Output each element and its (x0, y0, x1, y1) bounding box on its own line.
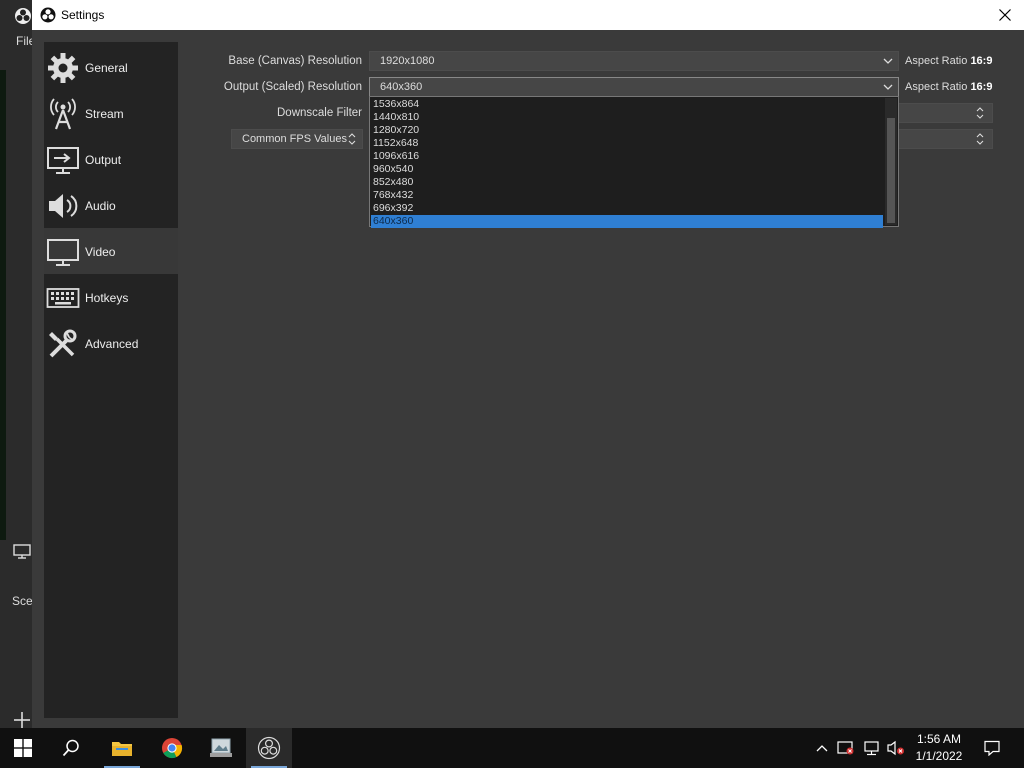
clock-date[interactable]: 1/1/2022 (906, 749, 972, 763)
chrome-button[interactable] (149, 728, 195, 768)
obs-taskbar-button[interactable] (246, 728, 292, 768)
chevron-up-icon (816, 745, 828, 752)
output-monitor-icon (47, 147, 79, 174)
obs-logo-icon (15, 8, 31, 24)
title-bar: Settings (32, 0, 1024, 30)
network-icon (864, 741, 879, 756)
sidebar-item-output[interactable]: Output (44, 136, 178, 182)
sidebar-item-label: Advanced (85, 337, 139, 351)
base-resolution-combo[interactable]: 1920x1080 (369, 51, 899, 71)
scrollbar-thumb[interactable] (887, 118, 895, 223)
downscale-filter-label: Downscale Filter (277, 107, 362, 119)
output-resolution-label: Output (Scaled) Resolution (223, 81, 362, 93)
taskbar: 1:56 AM 1/1/2022 (0, 728, 1024, 768)
gear-icon (48, 53, 78, 83)
sidebar-item-advanced[interactable]: Advanced (44, 320, 178, 366)
obs-logo-icon (40, 7, 56, 23)
antenna-icon (50, 98, 76, 130)
spinner-icon[interactable] (970, 104, 990, 122)
window-title: Settings (61, 8, 105, 22)
clock-time[interactable]: 1:56 AM (906, 732, 972, 746)
close-icon (999, 9, 1011, 21)
dropdown-option[interactable]: 1096x616 (371, 150, 883, 163)
preview-edge (0, 70, 6, 540)
aspect-ratio-value: 16:9 (970, 81, 993, 93)
tools-icon (49, 329, 77, 358)
dropdown-option[interactable]: 1152x648 (371, 137, 883, 150)
spinner-icon[interactable] (342, 130, 362, 148)
search-icon (62, 739, 79, 757)
photo-app-button[interactable] (198, 728, 244, 768)
output-resolution-dropdown: 1536x864 1440x810 1280x720 1152x648 1096… (369, 96, 899, 228)
dropdown-scrollbar[interactable] (885, 98, 897, 225)
sidebar-item-label: Stream (85, 107, 124, 121)
folder-icon (112, 742, 132, 756)
security-warning-icon (837, 741, 854, 755)
sidebar-item-stream[interactable]: Stream (44, 90, 178, 136)
close-button[interactable] (986, 0, 1024, 30)
dropdown-option[interactable]: 1536x864 (371, 98, 883, 111)
settings-dialog: Settings General Stream Output Audio Vid… (32, 0, 1024, 728)
image-viewer-icon (210, 738, 232, 757)
aspect-ratio-label: Aspect Ratio (905, 81, 968, 93)
sidebar-item-general[interactable]: General (44, 44, 178, 90)
notifications-button[interactable] (972, 728, 1012, 768)
settings-sidebar: General Stream Output Audio Video Hotkey… (44, 42, 178, 718)
dropdown-option[interactable]: 696x392 (371, 202, 883, 215)
volume-muted-icon (887, 740, 904, 756)
file-explorer-button[interactable] (99, 728, 145, 768)
windows-logo-icon (14, 739, 32, 757)
dropdown-option[interactable]: 1280x720 (371, 124, 883, 137)
sidebar-item-label: Video (85, 245, 116, 259)
chevron-down-icon[interactable] (878, 52, 898, 70)
sidebar-item-hotkeys[interactable]: Hotkeys (44, 274, 178, 320)
search-button[interactable] (48, 728, 94, 768)
monitor-icon[interactable] (12, 543, 32, 559)
fps-type-combo[interactable]: Common FPS Values (231, 129, 363, 149)
output-aspect-ratio: Aspect Ratio 16:9 (905, 81, 992, 93)
sidebar-item-label: Output (85, 153, 122, 167)
start-button[interactable] (0, 728, 46, 768)
speaker-icon (49, 194, 78, 218)
sidebar-item-audio[interactable]: Audio (44, 182, 178, 228)
dropdown-option[interactable]: 768x432 (371, 189, 883, 202)
base-aspect-ratio: Aspect Ratio 16:9 (905, 55, 992, 67)
keyboard-icon (46, 288, 80, 308)
sidebar-item-video[interactable]: Video (44, 228, 178, 274)
output-resolution-combo[interactable]: 640x360 (369, 77, 899, 97)
base-resolution-value: 1920x1080 (380, 55, 435, 67)
sidebar-item-label: Audio (85, 199, 116, 213)
monitor-icon (47, 239, 79, 266)
obs-logo-icon (257, 736, 281, 760)
base-resolution-label: Base (Canvas) Resolution (228, 55, 362, 67)
chrome-icon (162, 738, 183, 759)
tray-app-button[interactable] (832, 728, 860, 768)
output-resolution-value: 640x360 (380, 81, 423, 93)
dropdown-option[interactable]: 852x480 (371, 176, 883, 189)
aspect-ratio-label: Aspect Ratio (905, 55, 968, 67)
dropdown-option[interactable]: 1440x810 (371, 111, 883, 124)
sidebar-item-label: General (85, 61, 128, 75)
dropdown-option-selected[interactable]: 640x360 (371, 215, 883, 228)
fps-type-value: Common FPS Values (242, 133, 347, 145)
add-scene-icon[interactable] (13, 711, 31, 729)
spinner-icon[interactable] (970, 130, 990, 148)
aspect-ratio-value: 16:9 (970, 55, 993, 67)
sidebar-item-label: Hotkeys (85, 291, 129, 305)
chevron-down-icon[interactable] (878, 78, 898, 96)
notification-icon (984, 740, 1000, 756)
dropdown-option[interactable]: 960x540 (371, 163, 883, 176)
